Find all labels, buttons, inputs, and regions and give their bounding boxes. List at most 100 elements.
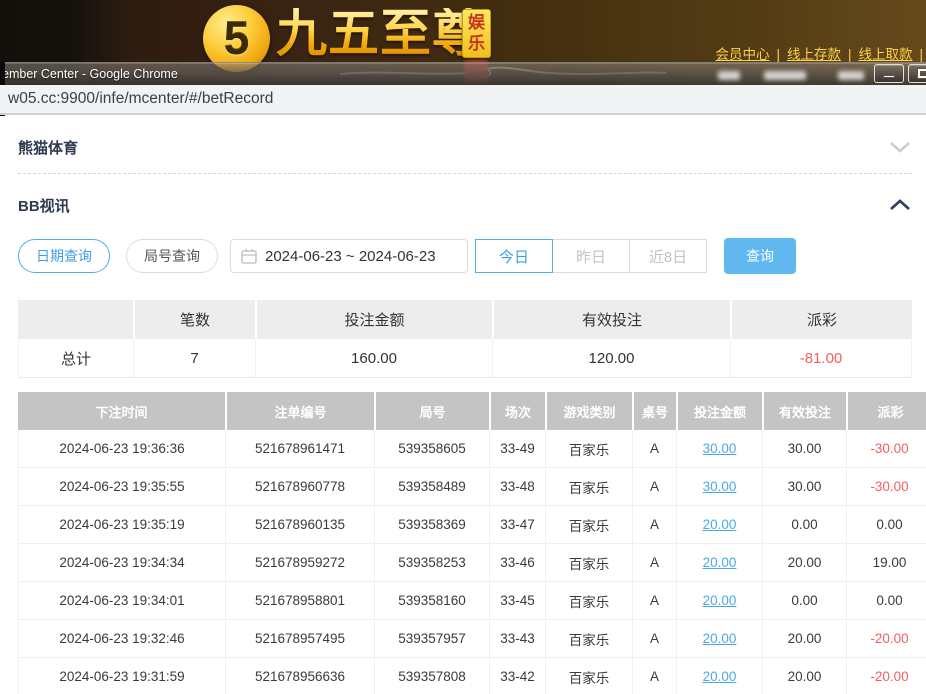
brand-badge-char: 娱 (468, 13, 485, 34)
game-type-cell: 百家乐 (545, 430, 632, 468)
chevron-down-icon[interactable] (888, 140, 912, 154)
header-session: 场次 (489, 392, 545, 430)
brand-title: 九五至尊 (276, 8, 484, 59)
chevron-up-icon[interactable] (888, 198, 912, 212)
header-table-number: 桌号 (632, 392, 676, 430)
brand-badge: 娱 乐 (462, 9, 491, 58)
date-range-value: 2024-06-23 ~ 2024-06-23 (265, 248, 436, 265)
ticket-number-cell: 521678961471 (225, 430, 374, 468)
bet-amount-link[interactable]: 30.00 (676, 430, 762, 468)
table-row: 2024-06-23 19:35:55 521678960778 5393584… (18, 468, 926, 506)
valid-bet-cell: 0.00 (762, 506, 846, 544)
bet-table-body: 2024-06-23 19:36:36 521678961471 5393586… (18, 430, 926, 694)
summary-count-value: 7 (133, 339, 255, 378)
round-number-cell: 539358489 (374, 468, 489, 506)
section-bb-video[interactable]: BB视讯 (0, 181, 926, 229)
summary-header-row: 笔数 投注金额 有效投注 派彩 (18, 300, 912, 339)
bet-amount-link[interactable]: 20.00 (676, 658, 762, 694)
table-number-cell: A (632, 544, 676, 582)
payout-cell: 19.00 (846, 544, 926, 582)
game-type-cell: 百家乐 (545, 506, 632, 544)
redacted-text (764, 71, 806, 80)
nav-link-member-center[interactable]: 会员中心 (715, 47, 769, 62)
bet-amount-link[interactable]: 20.00 (676, 582, 762, 620)
brand-logo-number: 5 (224, 11, 250, 65)
round-number-cell: 539358253 (374, 544, 489, 582)
ticket-number-cell: 521678959272 (225, 544, 374, 582)
date-query-tab[interactable]: 日期查询 (18, 239, 110, 273)
round-number-cell: 539358160 (374, 582, 489, 620)
bet-amount-link[interactable]: 20.00 (676, 620, 762, 658)
table-row: 2024-06-23 19:32:46 521678957495 5393579… (18, 620, 926, 658)
header-ticket-number: 注单编号 (225, 392, 374, 430)
nav-link-online-deposit[interactable]: 线上存款 (787, 47, 841, 62)
bet-table-header-row: 下注时间 注单编号 局号 场次 游戏类别 桌号 投注金额 有效投注 派彩 (18, 392, 926, 430)
session-cell: 33-48 (489, 468, 545, 506)
bet-time-cell: 2024-06-23 19:35:55 (18, 468, 225, 506)
brand-badge-char: 乐 (468, 34, 485, 55)
table-row: 2024-06-23 19:31:59 521678956636 5393578… (18, 658, 926, 694)
yesterday-button[interactable]: 昨日 (552, 239, 630, 273)
summary-total-label: 总计 (18, 339, 133, 378)
payout-cell: -30.00 (846, 430, 926, 468)
round-number-cell: 539357808 (374, 658, 489, 694)
valid-bet-cell: 20.00 (762, 544, 846, 582)
nav-separator: | (776, 47, 780, 62)
payout-cell: 0.00 (846, 582, 926, 620)
nav-link-online-withdraw[interactable]: 线上取款 (858, 47, 912, 62)
bet-time-cell: 2024-06-23 19:36:36 (18, 430, 225, 468)
filter-toolbar: 日期查询 局号查询 2024-06-23 ~ 2024-06-23 今日 昨日 … (18, 238, 926, 274)
header-game-type: 游戏类别 (545, 392, 632, 430)
valid-bet-cell: 20.00 (762, 658, 846, 694)
game-type-cell: 百家乐 (545, 468, 632, 506)
section-divider (18, 173, 912, 174)
bet-time-cell: 2024-06-23 19:32:46 (18, 620, 225, 658)
session-cell: 33-43 (489, 620, 545, 658)
bet-amount-link[interactable]: 30.00 (676, 468, 762, 506)
address-bar[interactable]: w05.cc:9900/infe/mcenter/#/betRecord (0, 85, 926, 115)
round-query-tab[interactable]: 局号查询 (126, 239, 218, 273)
bet-amount-link[interactable]: 20.00 (676, 506, 762, 544)
ticket-number-cell: 521678958801 (225, 582, 374, 620)
ticket-number-cell: 521678960778 (225, 468, 374, 506)
date-range-input[interactable]: 2024-06-23 ~ 2024-06-23 (230, 239, 468, 273)
session-cell: 33-42 (489, 658, 545, 694)
minimize-button[interactable] (874, 64, 904, 83)
bet-time-cell: 2024-06-23 19:31:59 (18, 658, 225, 694)
summary-header-payout: 派彩 (730, 300, 912, 339)
maximize-button[interactable] (908, 64, 926, 83)
session-cell: 33-49 (489, 430, 545, 468)
table-row: 2024-06-23 19:34:01 521678958801 5393581… (18, 582, 926, 620)
session-cell: 33-46 (489, 544, 545, 582)
last-8-days-button[interactable]: 近8日 (629, 239, 707, 273)
valid-bet-cell: 30.00 (762, 468, 846, 506)
nav-separator: | (919, 47, 923, 62)
section-panda-sports[interactable]: 熊猫体育 (0, 125, 926, 169)
game-type-cell: 百家乐 (545, 544, 632, 582)
nav-separator: | (848, 47, 852, 62)
payout-cell: -30.00 (846, 468, 926, 506)
bet-amount-link[interactable]: 20.00 (676, 544, 762, 582)
table-row: 2024-06-23 19:35:19 521678960135 5393583… (18, 506, 926, 544)
summary-valid-bet-value: 120.00 (492, 339, 730, 378)
summary-bet-amount-value: 160.00 (255, 339, 492, 378)
header-round-number: 局号 (374, 392, 489, 430)
banner-nav: 会员中心 | 线上存款 | 线上取款 | (715, 43, 923, 63)
minimize-icon (883, 75, 895, 78)
bet-record-page: 熊猫体育 BB视讯 日期查询 局号查询 2024-06-23 ~ 2024-06… (0, 117, 926, 694)
url-text: w05.cc:9900/infe/mcenter/#/betRecord (8, 90, 273, 108)
header-valid-bet: 有效投注 (762, 392, 846, 430)
valid-bet-cell: 20.00 (762, 620, 846, 658)
table-number-cell: A (632, 430, 676, 468)
redacted-text (838, 71, 864, 80)
search-button[interactable]: 查询 (724, 238, 796, 274)
summary-header-blank (18, 300, 133, 339)
today-button[interactable]: 今日 (475, 239, 553, 273)
section-title-panda-sports: 熊猫体育 (18, 137, 78, 158)
summary-table: 笔数 投注金额 有效投注 派彩 总计 7 160.00 120.00 -81.0… (18, 300, 912, 378)
bet-time-cell: 2024-06-23 19:35:19 (18, 506, 225, 544)
window-title: ember Center - Google Chrome (2, 67, 178, 81)
table-number-cell: A (632, 658, 676, 694)
valid-bet-cell: 30.00 (762, 430, 846, 468)
header-bet-time: 下注时间 (18, 392, 225, 430)
